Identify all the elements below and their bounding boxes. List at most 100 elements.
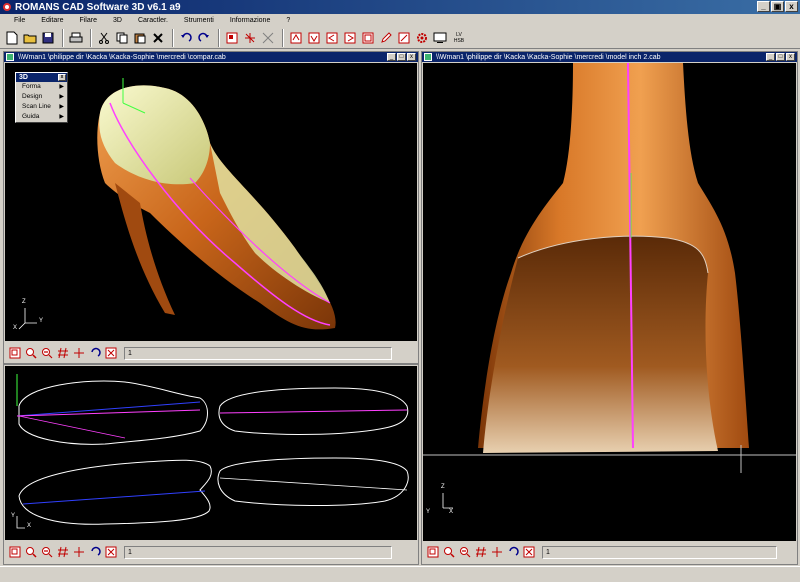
menu-help[interactable]: ? [278, 17, 298, 24]
new-file-icon[interactable] [4, 30, 20, 46]
left-3d-window: \\Wman1 \philippe dir \Kacka \Kacka-Soph… [3, 51, 419, 364]
3d-popup-menu: 3D x Forma ▶ Design ▶ Scan Line ▶ Guida ▶ [15, 72, 68, 123]
submenu-arrow-icon: ▶ [59, 114, 64, 120]
grid-icon[interactable] [56, 545, 70, 559]
menu-editare[interactable]: Editare [33, 17, 71, 24]
shoe-heel-render [423, 63, 796, 509]
left-window-minimize-button[interactable]: _ [387, 53, 396, 61]
move-icon[interactable] [490, 545, 504, 559]
zoom-window-icon[interactable] [426, 545, 440, 559]
main-toolbar: LV HSB [0, 27, 800, 49]
app-logo-icon [2, 2, 12, 12]
popup-close-button[interactable]: x [58, 74, 66, 81]
model-icon[interactable] [224, 30, 240, 46]
left-window-maximize-button[interactable]: □ [397, 53, 406, 61]
2d-axis-label-x: X [27, 523, 32, 529]
save-icon[interactable] [40, 30, 56, 46]
left-top-view-toolbar: 1 [4, 344, 418, 362]
menu-bar: File Editare Filare 3D Caractler. Strume… [0, 14, 800, 27]
zoom-out-icon[interactable] [458, 545, 472, 559]
grid-icon[interactable] [474, 545, 488, 559]
fit-view-icon[interactable] [104, 346, 118, 360]
left-top-layer-field[interactable]: 1 [124, 346, 392, 360]
menu-file[interactable]: File [6, 17, 33, 24]
popup-item-guida[interactable]: Guida ▶ [16, 112, 67, 122]
right-window-close-button[interactable]: x [786, 53, 795, 61]
left-window-title: \\Wman1 \philippe dir \Kacka \Kacka-Soph… [4, 52, 418, 62]
view-undo-icon[interactable] [88, 346, 102, 360]
view-front-icon[interactable] [288, 30, 304, 46]
submenu-arrow-icon: ▶ [59, 84, 64, 90]
menu-filare[interactable]: Filare [71, 17, 105, 24]
monitor-icon[interactable] [432, 30, 448, 46]
shoe-back-viewport[interactable]: Z Y X [423, 63, 796, 541]
open-folder-icon[interactable] [22, 30, 38, 46]
view-left-icon[interactable] [324, 30, 340, 46]
copy-icon[interactable] [114, 30, 130, 46]
axis-label-z: Z [22, 299, 26, 305]
zoom-window-icon[interactable] [8, 545, 22, 559]
right-window-maximize-button[interactable]: □ [776, 53, 785, 61]
redo-icon[interactable] [196, 30, 212, 46]
move-icon[interactable] [72, 545, 86, 559]
move-icon[interactable] [72, 346, 86, 360]
window-icon [424, 53, 432, 61]
fit-view-icon[interactable] [522, 545, 536, 559]
view-iso-icon[interactable] [396, 30, 412, 46]
gear-icon[interactable] [414, 30, 430, 46]
axis-label-x: X [13, 325, 18, 331]
left-2d-window: Y X 1 [3, 364, 419, 565]
delete-icon[interactable] [150, 30, 166, 46]
popup-item-design[interactable]: Design ▶ [16, 92, 67, 102]
popup-title: 3D x [16, 73, 67, 82]
right-3d-window: \\Wman1 \philippe dir \Kacka \Kacka-Soph… [421, 51, 798, 565]
right-view-toolbar: 1 [422, 543, 797, 561]
view-top-icon[interactable] [360, 30, 376, 46]
restore-button[interactable]: ▣ [771, 1, 784, 12]
popup-item-forma[interactable]: Forma ▶ [16, 82, 67, 92]
zoom-in-icon[interactable] [442, 545, 456, 559]
submenu-arrow-icon: ▶ [59, 104, 64, 110]
fit-view-icon[interactable] [104, 545, 118, 559]
zoom-out-icon[interactable] [40, 346, 54, 360]
right-window-title: \\Wman1 \philippe dir \Kacka \Kacka-Soph… [422, 52, 797, 62]
zoom-window-icon[interactable] [8, 346, 22, 360]
close-button[interactable]: x [785, 1, 798, 12]
menu-informazione[interactable]: Informazione [222, 17, 278, 24]
left-window-close-button[interactable]: x [407, 53, 416, 61]
zoom-in-icon[interactable] [24, 346, 38, 360]
view-right-icon[interactable] [342, 30, 358, 46]
view-undo-icon[interactable] [88, 545, 102, 559]
popup-item-scan-line[interactable]: Scan Line ▶ [16, 102, 67, 112]
zoom-in-icon[interactable] [24, 545, 38, 559]
right-window-minimize-button[interactable]: _ [766, 53, 775, 61]
right-axis-label-x: X [449, 509, 454, 515]
menu-strumenti[interactable]: Strumenti [176, 17, 222, 24]
pen-icon[interactable] [378, 30, 394, 46]
app-titlebar: ROMANS CAD Software 3D v6.1 a9 _ ▣ x [0, 0, 800, 14]
menu-3d[interactable]: 3D [105, 17, 130, 24]
left-bottom-view-toolbar: 1 [4, 543, 418, 561]
view-back-icon[interactable] [306, 30, 322, 46]
2d-axis-label-y: Y [11, 513, 16, 519]
menu-caractler[interactable]: Caractler. [130, 17, 176, 24]
right-axis-label-y: Y [426, 509, 431, 515]
paste-icon[interactable] [132, 30, 148, 46]
cut-icon[interactable] [96, 30, 112, 46]
undo-icon[interactable] [178, 30, 194, 46]
submenu-arrow-icon: ▶ [59, 94, 64, 100]
right-layer-field[interactable]: 1 [542, 545, 777, 559]
axis-icon[interactable] [242, 30, 258, 46]
cross-icon[interactable] [260, 30, 276, 46]
grid-icon[interactable] [56, 346, 70, 360]
axis-label-y: Y [39, 318, 44, 324]
zoom-out-icon[interactable] [40, 545, 54, 559]
pattern-2d-viewport[interactable]: Y X [5, 366, 417, 540]
print-icon[interactable] [68, 30, 84, 46]
lv-hsb-icon[interactable]: LV HSB [450, 30, 468, 46]
view-undo-icon[interactable] [506, 545, 520, 559]
pattern-outlines [16, 374, 409, 529]
left-bottom-layer-field[interactable]: 1 [124, 545, 392, 559]
right-axis-label-z: Z [441, 484, 445, 490]
minimize-button[interactable]: _ [757, 1, 770, 12]
